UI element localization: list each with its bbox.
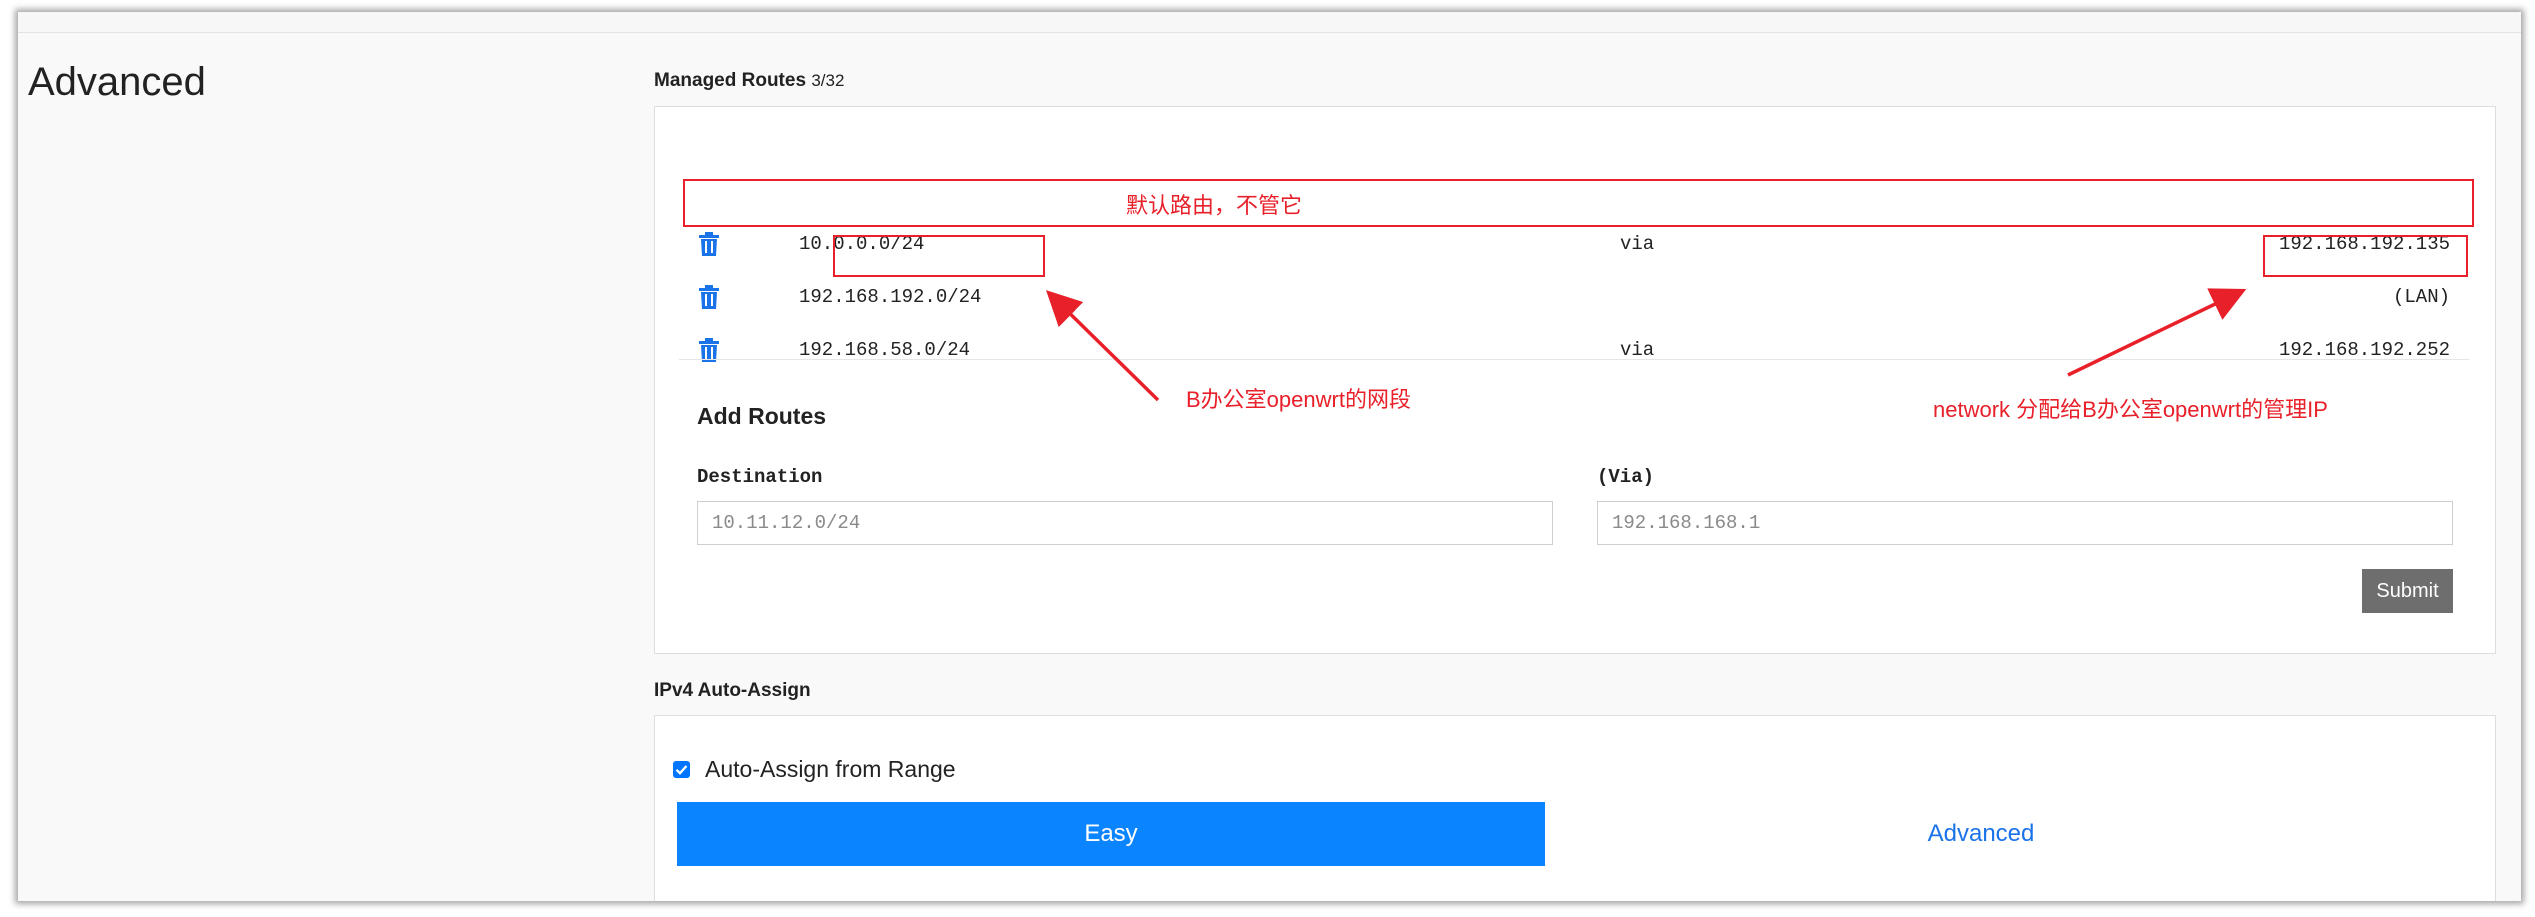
- annotation-arrows: [1046, 288, 2247, 402]
- gateway-arrow: [2067, 288, 2247, 377]
- subnet-arrow: [1046, 290, 1160, 402]
- app-frame: Advanced Managed Routes 3/32 10.0.0.0/24…: [18, 12, 2521, 901]
